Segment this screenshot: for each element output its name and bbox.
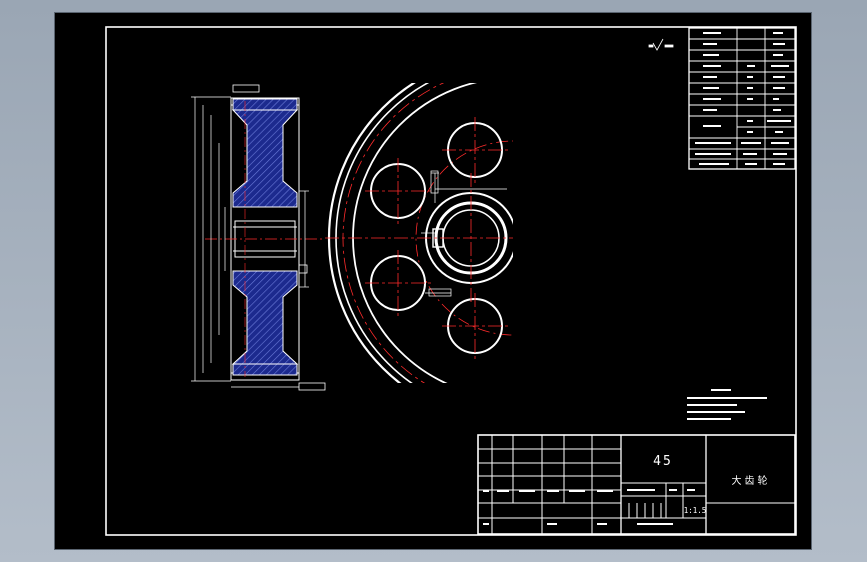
section-view xyxy=(191,84,326,391)
scale-value: 1:1.5 xyxy=(684,506,707,515)
parameter-table-marks xyxy=(695,32,791,165)
border-frame xyxy=(105,26,797,536)
gear-drawing: 45 大齿轮 1:1.5 xyxy=(105,26,797,536)
material-label: 45 xyxy=(653,454,673,469)
part-name: 大齿轮 xyxy=(732,474,771,487)
roughness-symbol xyxy=(648,38,674,51)
cad-viewport[interactable]: 45 大齿轮 1:1.5 xyxy=(55,13,811,549)
technical-notes xyxy=(687,389,767,420)
front-centerlines xyxy=(325,117,513,359)
title-block-marks xyxy=(483,489,695,525)
